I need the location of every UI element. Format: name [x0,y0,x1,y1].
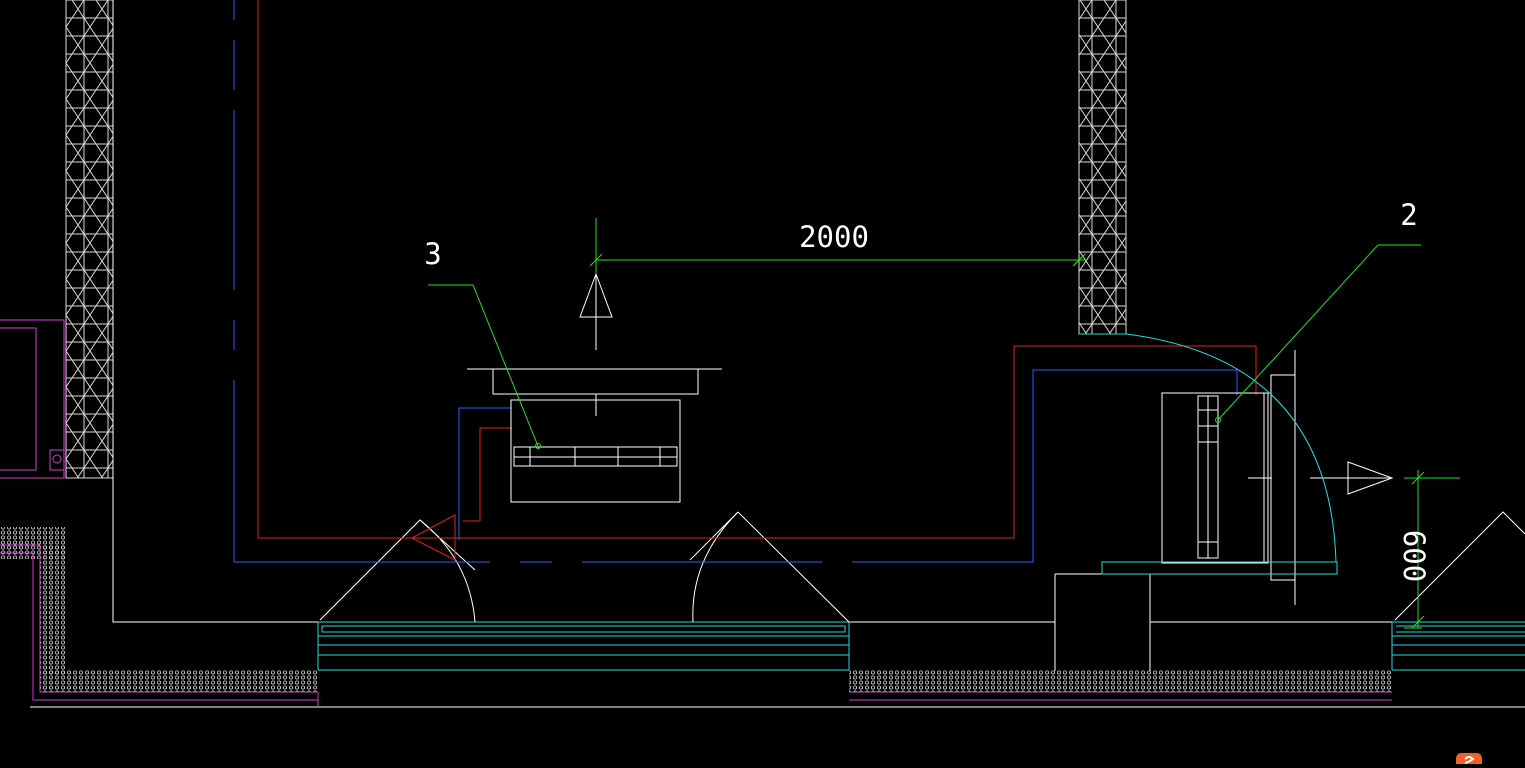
dimension-600-label: 600 [1397,530,1431,582]
window-swing-symbols [319,511,1525,623]
drawing-svg: 2000 600 3 2 [0,0,1525,708]
window-bottom-left [317,621,850,671]
window-bottom-right [1391,621,1525,671]
unit-2 [1161,350,1296,605]
pipe-blue [234,369,1238,563]
leader-3-label: 3 [424,237,441,271]
sogou-logo-svg [1456,753,1482,764]
dimension-2000-label: 2000 [799,220,869,254]
indoor-unit-3 [467,368,722,503]
wall-right-hatch [1078,0,1127,335]
air-direction-arrow-up [579,272,613,350]
left-lower-wall [0,319,1392,707]
cad-drawing-canvas[interactable]: 2000 600 3 2 [0,0,1525,764]
leader-2-label: 2 [1400,198,1417,232]
room-outline [30,0,1525,708]
leader-2 [1215,244,1421,423]
wall-left-hatch [65,0,114,479]
leader-3 [428,284,541,449]
sogou-s-icon[interactable] [1455,750,1485,764]
